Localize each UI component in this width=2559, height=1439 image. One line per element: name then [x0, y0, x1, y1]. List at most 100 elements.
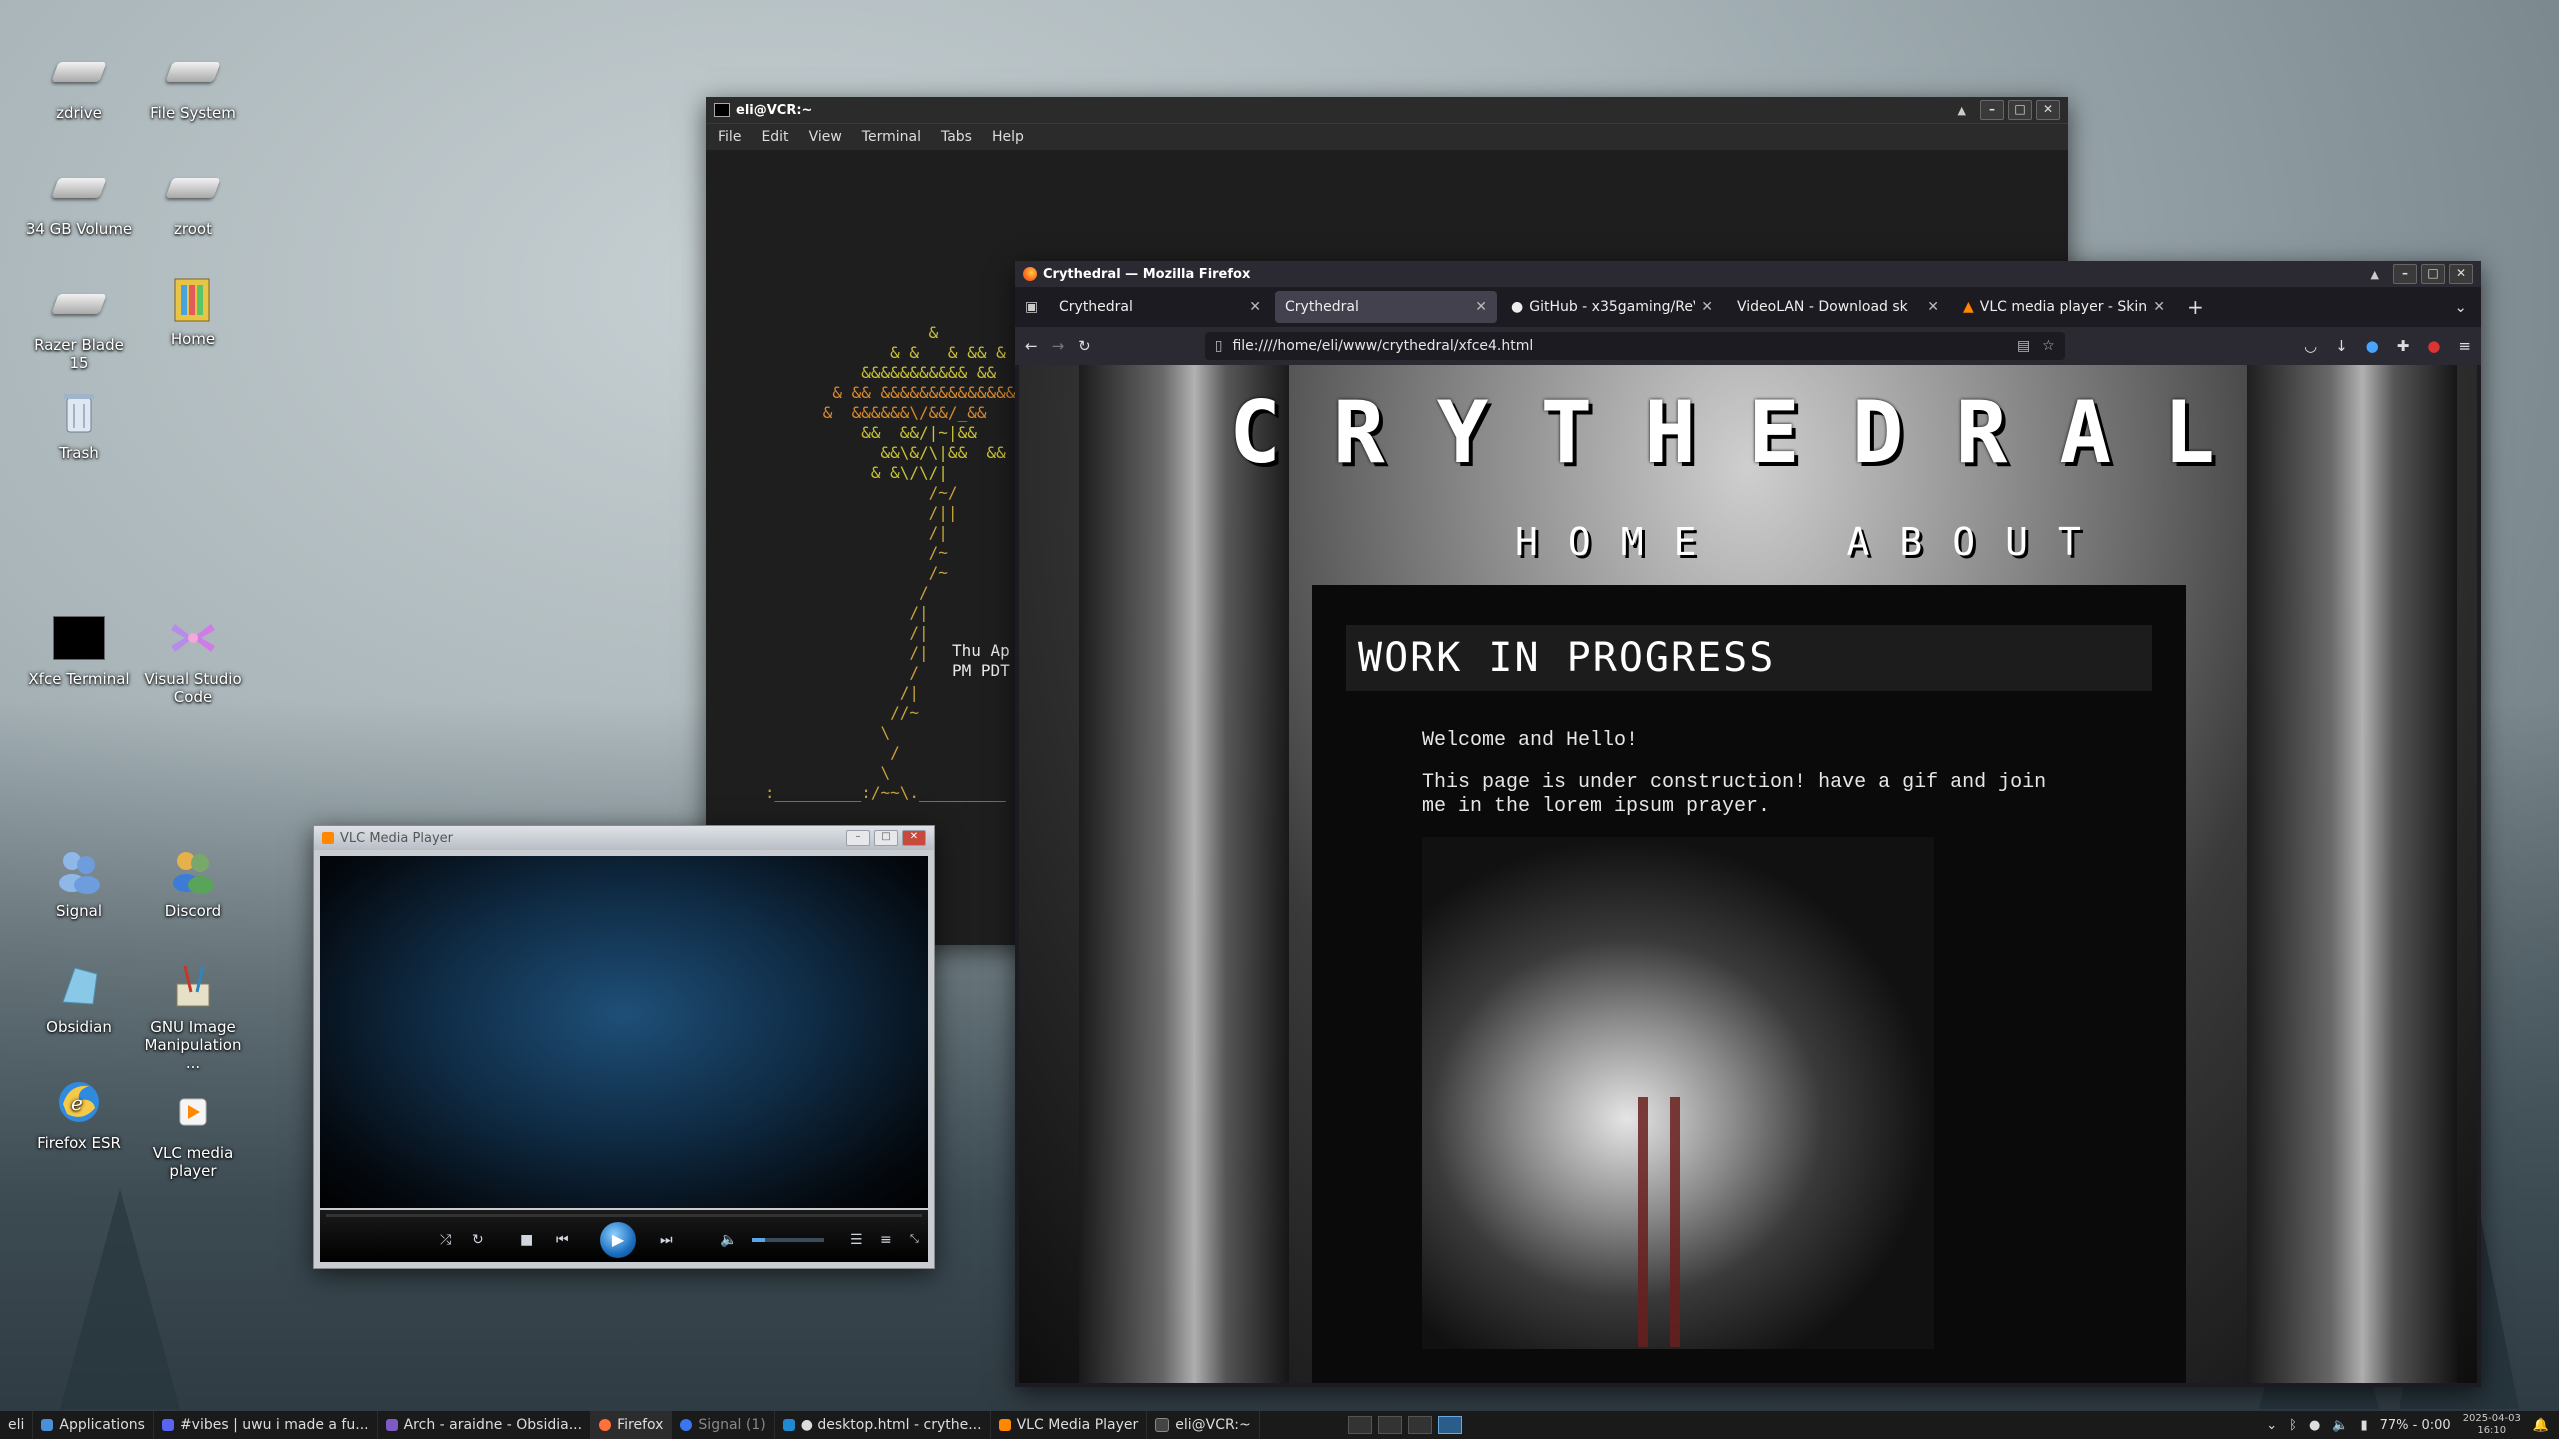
chevron-up-icon[interactable]: ▲: [2371, 268, 2379, 281]
close-button[interactable]: ✕: [2449, 264, 2473, 284]
close-tab-icon[interactable]: ✕: [1249, 299, 1261, 315]
taskbar-item-vlc[interactable]: VLC Media Player: [991, 1411, 1148, 1439]
close-button[interactable]: ✕: [902, 830, 926, 846]
battery-icon[interactable]: ▮: [2360, 1418, 2367, 1433]
desktop-icon-gimp[interactable]: GNU Image Manipulation ...: [138, 958, 248, 1072]
user-indicator[interactable]: eli: [0, 1411, 34, 1439]
tab-vlc-skins[interactable]: ▲ VLC media player - Skins ✕: [1953, 291, 2175, 323]
menu-help[interactable]: Help: [992, 129, 1024, 145]
notification-bell-icon[interactable]: 🔔: [2533, 1418, 2549, 1433]
desktop-icon-razer-blade[interactable]: Razer Blade 15: [24, 276, 134, 372]
taskbar-item-obsidian[interactable]: Arch - araidne - Obsidia...: [378, 1411, 592, 1439]
maximize-button[interactable]: □: [2008, 100, 2032, 120]
minimize-button[interactable]: –: [2393, 264, 2417, 284]
desktop-icon-trash[interactable]: Trash: [24, 384, 134, 462]
chevron-up-icon[interactable]: ▲: [1958, 104, 1966, 117]
repeat-icon[interactable]: ↻: [472, 1232, 484, 1248]
bookmark-star-icon[interactable]: ☆: [2042, 338, 2055, 354]
list-all-tabs-icon[interactable]: ⌄: [2454, 298, 2467, 316]
terminal-titlebar[interactable]: eli@VCR:~ ▲ – □ ✕: [706, 97, 2068, 123]
tab-crythedral-1[interactable]: Crythedral ✕: [1049, 291, 1271, 323]
account-icon[interactable]: ●: [2366, 337, 2379, 355]
desktop-icon-firefox-esr[interactable]: e Firefox ESR: [24, 1074, 134, 1152]
menu-tabs[interactable]: Tabs: [941, 129, 972, 145]
desktop-icon-obsidian[interactable]: Obsidian: [24, 958, 134, 1036]
workspace-switcher[interactable]: [1340, 1411, 1470, 1439]
vlc-titlebar[interactable]: VLC Media Player – □ ✕: [314, 826, 934, 850]
taskbar-item-discord[interactable]: #vibes | uwu i made a fu...: [154, 1411, 378, 1439]
nav-about-link[interactable]: ABOUT: [1847, 520, 2111, 564]
volume-slider[interactable]: [752, 1238, 824, 1242]
desktop-icon-vscode[interactable]: Visual Studio Code: [138, 610, 248, 706]
menu-view[interactable]: View: [809, 129, 842, 145]
desktop-icon-zroot[interactable]: zroot: [138, 160, 248, 238]
tab-overview-icon[interactable]: ▣: [1025, 299, 1045, 315]
volume-icon[interactable]: 🔈: [720, 1232, 737, 1248]
taskbar-item-firefox[interactable]: Firefox: [591, 1411, 673, 1439]
taskbar-item-signal[interactable]: Signal (1): [672, 1411, 775, 1439]
play-button[interactable]: ▶: [600, 1222, 636, 1258]
close-tab-icon[interactable]: ✕: [1701, 299, 1713, 315]
tab-crythedral-2[interactable]: Crythedral ✕: [1275, 291, 1497, 323]
video-area[interactable]: [320, 856, 928, 1208]
shuffle-icon[interactable]: ⤮: [440, 1232, 451, 1248]
minimize-button[interactable]: –: [1980, 100, 2004, 120]
desktop-icon-zdrive[interactable]: zdrive: [24, 44, 134, 122]
taskbar-item-vscode[interactable]: ● desktop.html - crythe...: [775, 1411, 991, 1439]
menu-terminal[interactable]: Terminal: [862, 129, 921, 145]
url-bar[interactable]: ▯ file:////home/eli/www/crythedral/xfce4…: [1204, 332, 2065, 360]
desktop-icon-home[interactable]: Home: [138, 270, 248, 348]
workspace-4[interactable]: [1437, 1416, 1462, 1434]
playlist-icon[interactable]: ≡: [880, 1232, 892, 1248]
firefox-window[interactable]: Crythedral — Mozilla Firefox ▲ – □ ✕ ▣ C…: [1015, 261, 2481, 1387]
close-button[interactable]: ✕: [2036, 100, 2060, 120]
vlc-window[interactable]: VLC Media Player – □ ✕ ⤮ ↻ ■ ⏮ ▶ ⏭ 🔈 ☰ ≡…: [313, 825, 935, 1269]
close-tab-icon[interactable]: ✕: [2153, 299, 2165, 315]
close-tab-icon[interactable]: ✕: [1927, 299, 1939, 315]
bluetooth-icon[interactable]: ᛒ: [2289, 1418, 2297, 1433]
menu-hamburger-icon[interactable]: ≡: [2458, 337, 2471, 355]
volume-tray-icon[interactable]: 🔈: [2332, 1418, 2348, 1433]
desktop-icon-discord[interactable]: Discord: [138, 842, 248, 920]
desktop-icon-34gb-volume[interactable]: 34 GB Volume: [24, 160, 134, 238]
reload-icon[interactable]: ↻: [1078, 337, 1091, 355]
workspace-2[interactable]: [1377, 1416, 1402, 1434]
extensions-icon[interactable]: ✚: [2397, 337, 2410, 355]
workspace-3[interactable]: [1407, 1416, 1432, 1434]
chevron-down-icon[interactable]: ⌄: [2266, 1418, 2277, 1433]
resize-icon[interactable]: ⤡: [910, 1232, 919, 1246]
maximize-button[interactable]: □: [2421, 264, 2445, 284]
nav-home-link[interactable]: HOME: [1515, 520, 1727, 564]
desktop-icon-signal[interactable]: Signal: [24, 842, 134, 920]
desktop-icon-file-system[interactable]: File System: [138, 44, 248, 122]
previous-icon[interactable]: ⏮: [556, 1232, 569, 1248]
desktop-icon-vlc[interactable]: VLC media player: [138, 1084, 248, 1180]
forward-icon[interactable]: →: [1052, 337, 1065, 355]
taskbar-item-terminal[interactable]: eli@VCR:~: [1147, 1411, 1260, 1439]
minimize-button[interactable]: –: [846, 830, 870, 846]
back-icon[interactable]: ←: [1025, 337, 1038, 355]
desktop-icon-xfce-terminal[interactable]: Xfce Terminal: [24, 610, 134, 688]
tab-videolan[interactable]: VideoLAN - Download sk ✕: [1727, 291, 1949, 323]
applications-menu-button[interactable]: Applications: [33, 1411, 154, 1439]
new-tab-icon[interactable]: +: [2187, 295, 2204, 319]
reader-view-icon[interactable]: ▤: [2017, 338, 2030, 354]
stop-icon[interactable]: ■: [520, 1232, 533, 1248]
ublock-icon[interactable]: ●: [2427, 337, 2440, 355]
downloads-icon[interactable]: ↓: [2335, 337, 2348, 355]
web-page[interactable]: CRYTHEDRAL HOME ABOUT WORK IN PROGRESS W…: [1019, 365, 2477, 1383]
workspace-1[interactable]: [1347, 1416, 1372, 1434]
menu-edit[interactable]: Edit: [761, 129, 788, 145]
menu-file[interactable]: File: [718, 129, 741, 145]
maximize-button[interactable]: □: [874, 830, 898, 846]
pocket-icon[interactable]: ◡: [2304, 337, 2317, 355]
equalizer-icon[interactable]: ☰: [850, 1232, 863, 1248]
discord-tray-icon[interactable]: ●: [2309, 1418, 2320, 1433]
clock[interactable]: 2025-04-03 16:10: [2463, 1413, 2521, 1437]
firefox-titlebar[interactable]: Crythedral — Mozilla Firefox ▲ – □ ✕: [1015, 261, 2481, 287]
tab-github[interactable]: ● GitHub - x35gaming/ReV ✕: [1501, 291, 1723, 323]
next-icon[interactable]: ⏭: [660, 1232, 673, 1248]
seek-bar[interactable]: [326, 1214, 922, 1217]
vscode-icon: [163, 610, 223, 666]
close-tab-icon[interactable]: ✕: [1475, 299, 1487, 315]
